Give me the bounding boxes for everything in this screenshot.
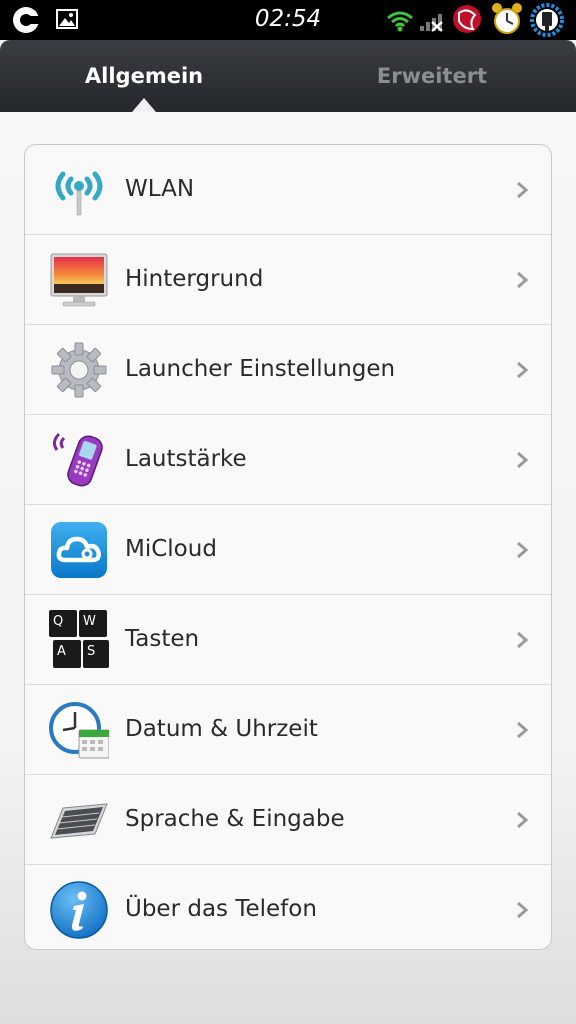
settings-item-micloud[interactable]: MiCloud	[25, 505, 551, 595]
svg-text:Q: Q	[53, 614, 63, 629]
active-tab-indicator	[132, 98, 156, 112]
settings-item-datum-uhrzeit[interactable]: Datum & Uhrzeit	[25, 685, 551, 775]
settings-item-tasten[interactable]: Q W A S Tasten	[25, 595, 551, 685]
settings-item-label: Tasten	[125, 626, 200, 652]
settings-item-lautstaerke[interactable]: Lautstärke	[25, 415, 551, 505]
keys-icon: Q W A S	[49, 610, 109, 668]
chevron-right-icon	[517, 181, 529, 199]
settings-item-launcher-einstellungen[interactable]: Launcher Einstellungen	[25, 325, 551, 415]
chevron-right-icon	[517, 631, 529, 649]
wlan-icon	[55, 171, 103, 216]
chevron-right-icon	[517, 271, 529, 289]
info-icon	[50, 881, 108, 939]
app-notification-icon	[453, 5, 481, 33]
svg-text:S: S	[87, 644, 95, 659]
settings-content: WLAN Hintergrund Launcher Einstellungen …	[0, 112, 576, 1024]
chevron-right-icon	[517, 451, 529, 469]
settings-item-wlan[interactable]: WLAN	[25, 145, 551, 235]
gear-icon	[51, 342, 107, 398]
keyboard-icon	[50, 803, 108, 839]
svg-text:W: W	[83, 614, 96, 629]
chevron-right-icon	[517, 361, 529, 379]
cloud-icon	[51, 522, 107, 578]
tab-bar: Allgemein Erweitert	[0, 40, 576, 112]
settings-item-label: Datum & Uhrzeit	[125, 716, 318, 742]
chevron-right-icon	[517, 541, 529, 559]
settings-item-label: Über das Telefon	[125, 896, 317, 922]
signal-x-icon	[420, 14, 443, 32]
clock-calendar-icon	[49, 702, 109, 759]
settings-item-label: Sprache & Eingabe	[125, 806, 345, 832]
chevron-right-icon	[517, 811, 529, 829]
settings-item-sprache-eingabe[interactable]: Sprache & Eingabe	[25, 775, 551, 865]
settings-item-hintergrund[interactable]: Hintergrund	[25, 235, 551, 325]
settings-item-ueber-das-telefon[interactable]: Über das Telefon	[25, 865, 551, 949]
settings-list: WLAN Hintergrund Launcher Einstellungen …	[24, 144, 552, 950]
battery-charging-icon	[530, 3, 564, 37]
chevron-right-icon	[517, 901, 529, 919]
wallpaper-icon	[50, 253, 108, 307]
settings-item-label: WLAN	[125, 176, 195, 202]
status-bar: 02:54	[0, 0, 576, 40]
chevron-right-icon	[517, 721, 529, 739]
tab-erweitert[interactable]: Erweitert	[288, 40, 576, 112]
settings-item-label: Lautstärke	[125, 446, 247, 472]
alarm-clock-icon	[492, 3, 522, 34]
settings-item-label: Hintergrund	[125, 266, 264, 292]
phone-volume-icon	[52, 432, 103, 487]
settings-item-label: Launcher Einstellungen	[125, 356, 396, 382]
wifi-icon	[387, 11, 413, 32]
settings-item-label: MiCloud	[125, 536, 217, 562]
svg-text:A: A	[57, 644, 66, 659]
